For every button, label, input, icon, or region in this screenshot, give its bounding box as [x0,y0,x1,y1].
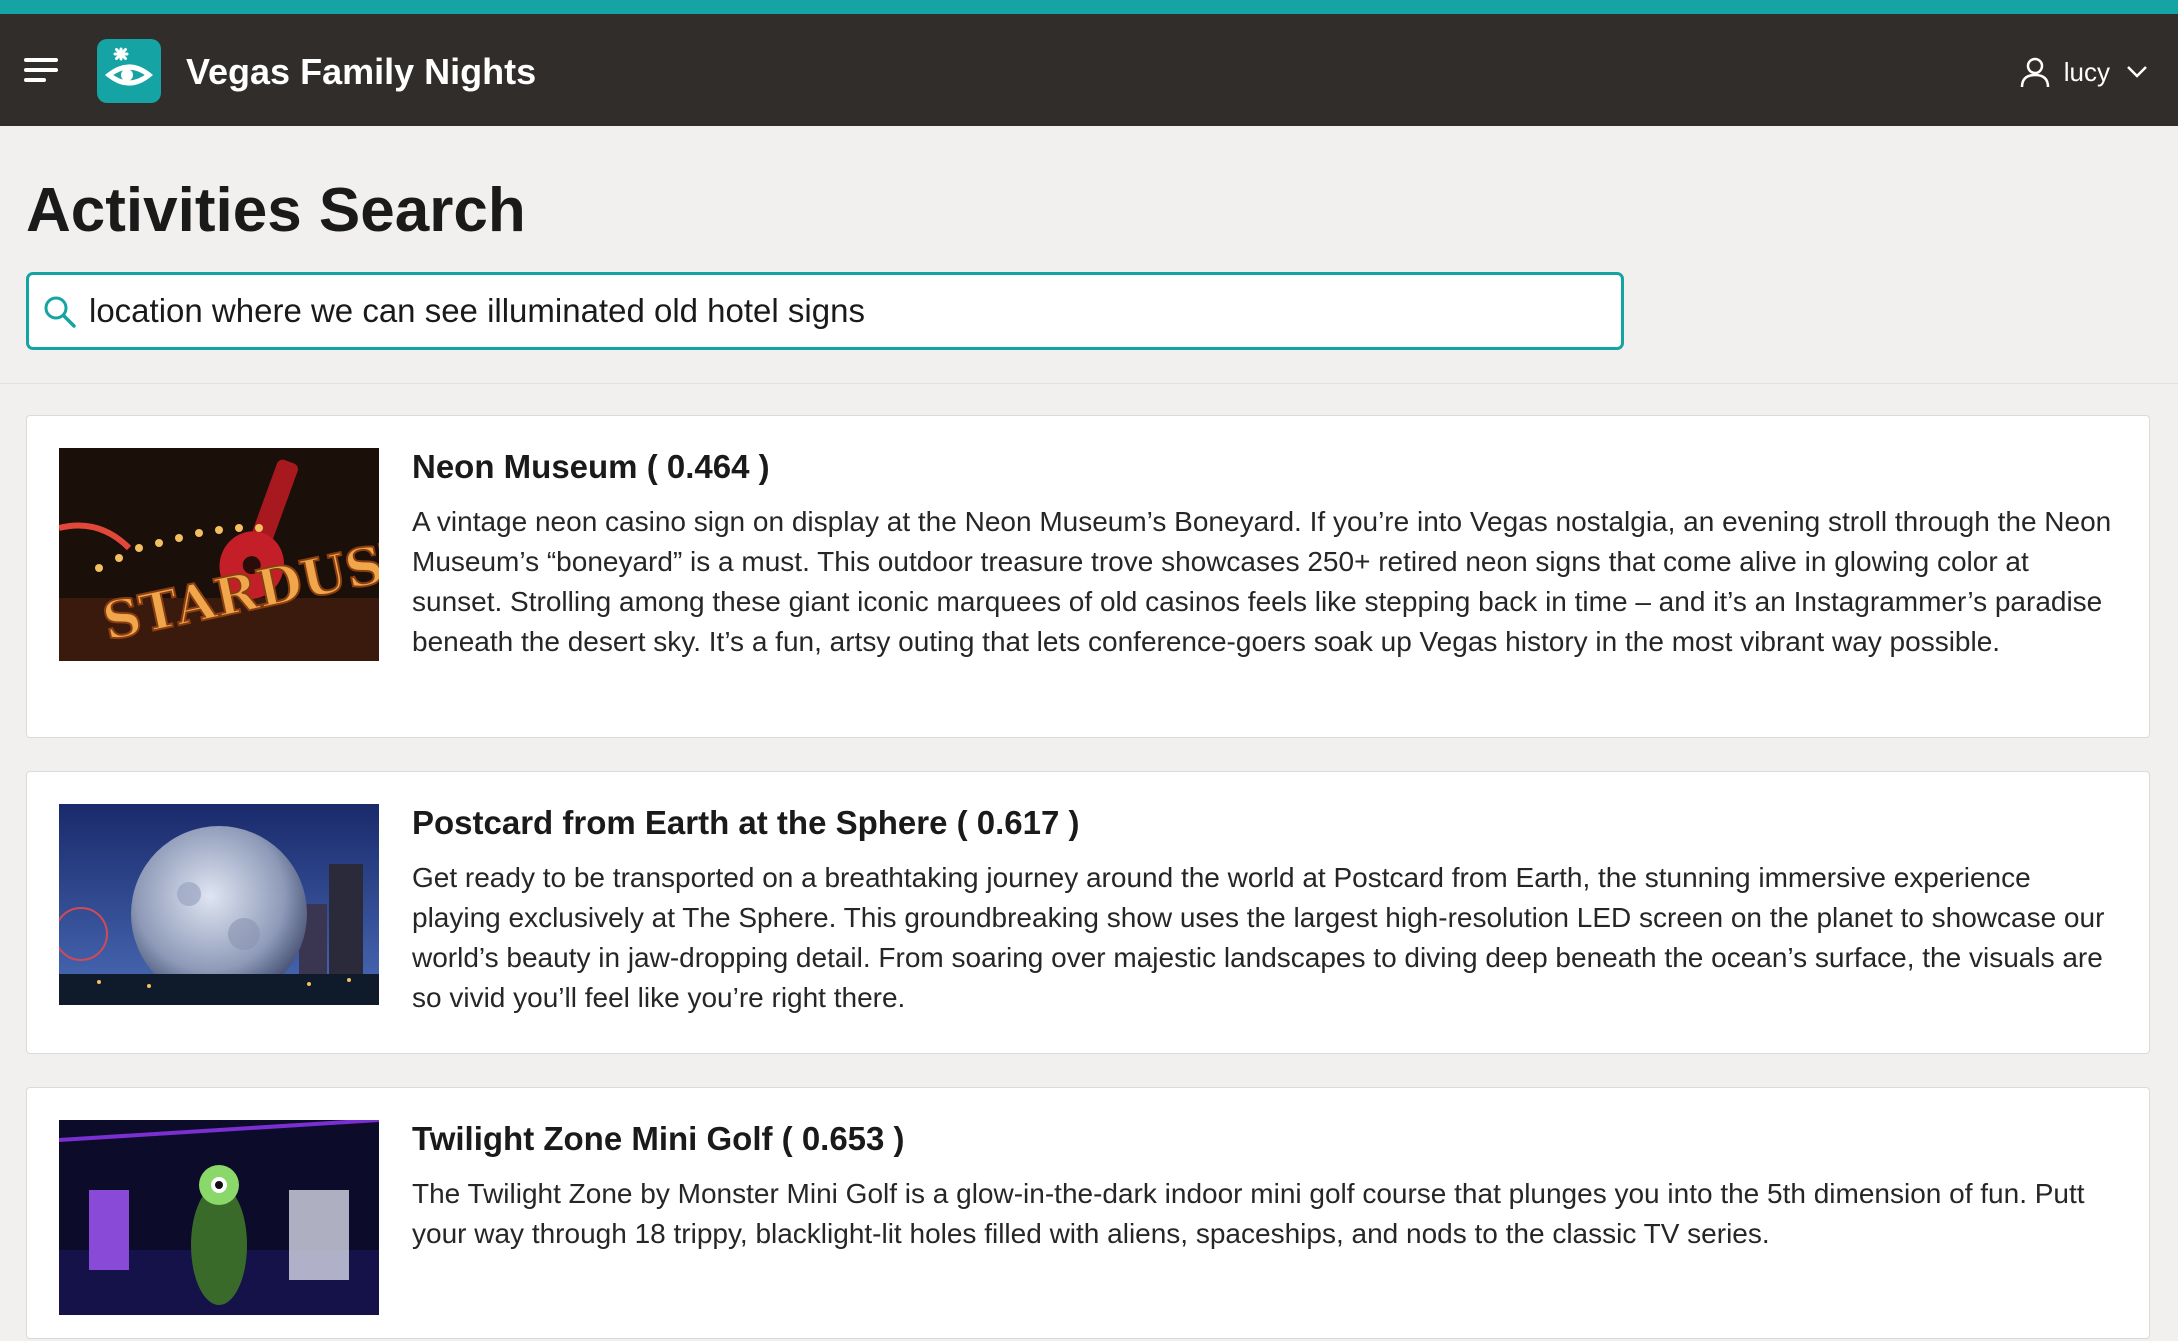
result-title[interactable]: Twilight Zone Mini Golf ( 0.653 ) [412,1118,2119,1160]
menu-line [24,58,58,62]
result-body: Twilight Zone Mini Golf ( 0.653 ) The Tw… [412,1118,2119,1254]
result-description: A vintage neon casino sign on display at… [412,506,2112,657]
result-title[interactable]: Neon Museum ( 0.464 ) [412,446,2119,488]
search-region: Activities Search [0,126,2178,384]
app-logo-icon[interactable] [97,39,161,103]
result-title[interactable]: Postcard from Earth at the Sphere ( 0.61… [412,802,2119,844]
menu-line [24,78,46,82]
page-title: Activities Search [26,176,526,245]
result-body: Neon Museum ( 0.464 ) A vintage neon cas… [412,446,2119,662]
result-card: Twilight Zone Mini Golf ( 0.653 ) The Tw… [26,1087,2150,1339]
result-description: Get ready to be transported on a breatht… [412,862,2105,1013]
user-menu[interactable]: lucy [2020,52,2148,92]
menu-line [24,68,58,72]
result-description: The Twilight Zone by Monster Mini Golf i… [412,1178,2085,1249]
result-image-sphere[interactable] [59,804,379,1005]
search-input[interactable] [89,285,1609,337]
user-icon [2020,57,2049,88]
user-name: lucy [2063,56,2110,87]
app-title[interactable]: Vegas Family Nights [186,50,536,94]
search-box[interactable] [26,272,1624,350]
result-card: STARDUST Neon Museum ( 0.464 ) A vintage… [26,415,2150,738]
result-card: Postcard from Earth at the Sphere ( 0.61… [26,771,2150,1054]
result-image-neon-museum[interactable]: STARDUST [59,448,379,661]
results-list: STARDUST Neon Museum ( 0.464 ) A vintage… [26,415,2150,1341]
app-header: Vegas Family Nights lucy [0,14,2178,126]
menu-toggle-button[interactable] [24,56,58,84]
result-body: Postcard from Earth at the Sphere ( 0.61… [412,802,2119,1018]
search-icon [44,296,76,328]
chevron-down-icon [2127,66,2147,78]
accent-bar [0,0,2178,14]
result-image-twilight-zone[interactable] [59,1120,379,1315]
